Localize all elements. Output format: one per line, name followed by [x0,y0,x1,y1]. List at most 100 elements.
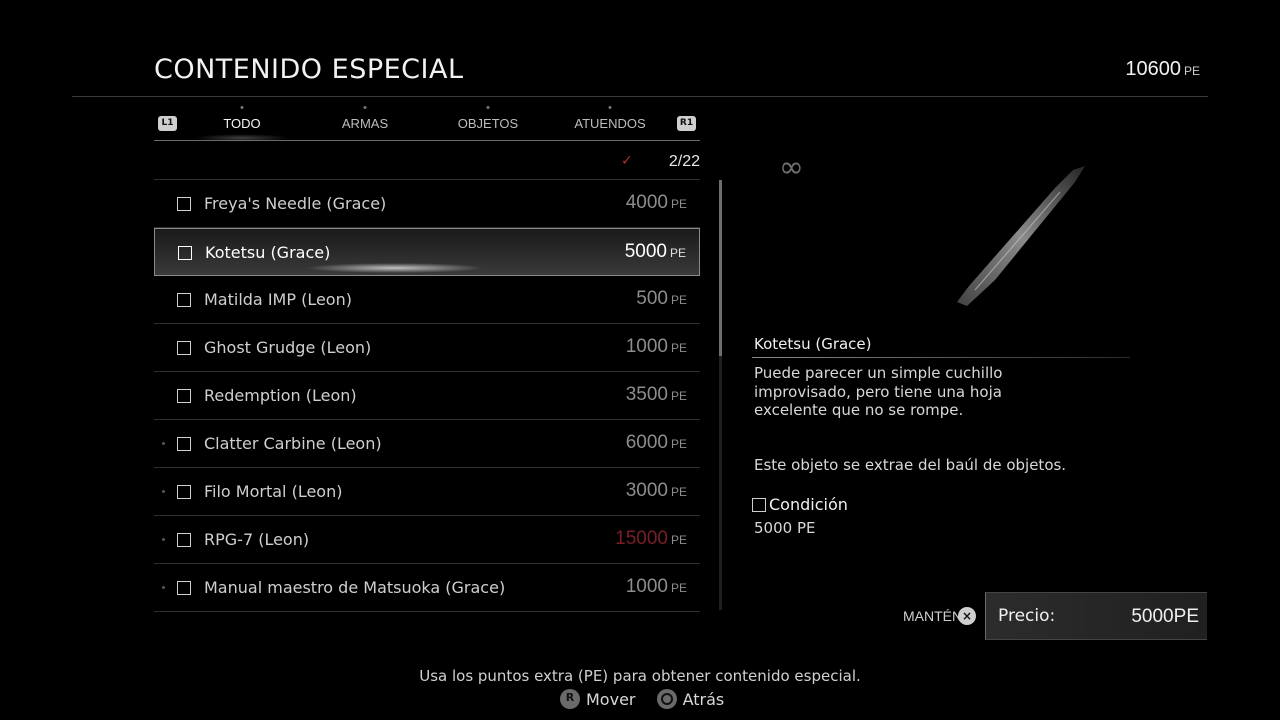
item-name: Redemption (Leon) [204,386,357,405]
item-price-unit: PE [670,581,687,595]
item-name: Manual maestro de Matsuoka (Grace) [204,578,506,597]
item-price-value: 1000 [625,336,668,357]
checkbox-icon [177,437,191,451]
list-item[interactable]: Filo Mortal (Leon) 3000 PE [154,468,700,516]
control-legend: Mover Atrás [560,689,740,713]
list-item[interactable]: Ghost Grudge (Leon) 1000 PE [154,324,700,372]
item-price-value: 6000 [625,432,668,453]
item-name: Matilda IMP (Leon) [204,290,352,309]
new-item-dot [162,586,165,589]
points-balance: 10600 PE [1125,58,1200,81]
checkbox-icon [177,293,191,307]
item-price-unit: PE [670,293,687,307]
list-item[interactable]: Clatter Carbine (Leon) 6000 PE [154,420,700,468]
item-name: RPG-7 (Leon) [204,530,310,549]
tab-indicator-dot [240,106,244,109]
item-price-value: 1000 [625,576,668,597]
condition-label: Condición [769,495,848,514]
checkbox-icon [177,389,191,403]
points-unit: PE [1183,64,1200,78]
item-name: Clatter Carbine (Leon) [204,434,382,453]
item-price-unit: PE [670,341,687,355]
knife-image [957,166,1085,306]
selection-highlight [305,263,485,273]
move-label: Mover [586,690,636,709]
item-price-unit: PE [669,246,686,260]
item-name: Kotetsu (Grace) [205,243,331,262]
detail-item-name: Kotetsu (Grace) [754,335,872,353]
checkbox-icon [178,246,192,260]
item-price: 3000 PE [626,480,687,502]
tab-todo[interactable]: TODO [223,116,260,131]
tab-indicator-dot [363,106,367,109]
purchase-price-box[interactable]: Precio: 5000PE [985,592,1207,640]
list-item-selected[interactable]: Kotetsu (Grace) 5000 PE [154,228,700,276]
l1-button-icon[interactable]: L1 [158,116,177,131]
checkbox-icon [752,498,766,512]
cross-button-icon[interactable]: × [958,607,976,625]
item-price-value-unaffordable: 15000 [615,528,668,549]
price-unit: PE [1173,606,1199,627]
detail-description: Puede parecer un simple cuchillo improvi… [754,364,1003,419]
item-price-value: 500 [636,288,668,309]
item-price-unit: PE [670,485,687,499]
owned-counter: 2/22 [668,153,700,170]
checkbox-icon [177,581,191,595]
r1-button-icon[interactable]: R1 [677,116,696,131]
tab-armas[interactable]: ARMAS [342,116,388,131]
item-name: Freya's Needle (Grace) [204,194,387,213]
right-stick-icon [560,689,580,709]
checkbox-icon [177,485,191,499]
detail-source-note: Este objeto se extrae del baúl de objeto… [754,456,1067,474]
tab-divider [154,140,700,141]
checkbox-icon [177,197,191,211]
item-price: 4000 PE [626,192,687,214]
item-price: 1000 PE [626,336,687,358]
item-name: Ghost Grudge (Leon) [204,338,372,357]
item-price-value: 3000 [625,480,668,501]
tab-indicator-dot [486,106,490,109]
item-price: 3500 PE [626,384,687,406]
tab-indicator-dot [608,106,612,109]
detail-divider [752,357,1130,358]
condition-row: Condición [752,495,848,514]
item-price-value: 4000 [625,192,668,213]
back-label: Atrás [682,690,725,709]
item-price: 6000 PE [626,432,687,454]
new-item-dot [162,490,165,493]
points-value: 10600 [1125,58,1181,80]
item-price-unit: PE [670,197,687,211]
item-list: Freya's Needle (Grace) 4000 PE Kotetsu (G… [154,180,700,612]
price-label: Precio: [998,606,1056,626]
circle-button-icon[interactable] [656,689,677,709]
item-price: 500 PE [636,288,687,310]
header-divider [72,96,1208,97]
item-price-unit: PE [670,533,687,547]
new-item-dot [162,538,165,541]
list-item[interactable]: Manual maestro de Matsuoka (Grace) 1000 P… [154,564,700,612]
tab-atuendos[interactable]: ATUENDOS [574,116,645,131]
owned-counter-row: ✓ 2/22 [154,142,700,180]
price-value: 5000PE [1131,606,1199,628]
condition-value: 5000 PE [754,519,816,537]
item-price: 15000 PE [615,528,687,550]
item-name: Filo Mortal (Leon) [204,482,343,501]
checkbox-icon [177,341,191,355]
list-item[interactable]: Matilda IMP (Leon) 500 PE [154,276,700,324]
tab-objetos[interactable]: OBJETOS [458,116,518,131]
item-price-unit: PE [670,437,687,451]
price-amount: 5000 [1131,606,1174,627]
item-price: 1000 PE [626,576,687,598]
list-scrollbar-thumb[interactable] [719,180,722,356]
check-icon: ✓ [621,153,633,169]
page-title: CONTENIDO ESPECIAL [154,54,464,85]
hold-label: MANTÉN [903,608,963,624]
item-price-unit: PE [670,389,687,403]
list-item[interactable]: RPG-7 (Leon) 15000 PE [154,516,700,564]
list-item[interactable]: Freya's Needle (Grace) 4000 PE [154,180,700,228]
list-item[interactable]: Redemption (Leon) 3500 PE [154,372,700,420]
new-item-dot [162,442,165,445]
item-price: 5000 PE [625,241,686,263]
item-price-value: 5000 [624,241,667,262]
checkbox-icon [177,533,191,547]
